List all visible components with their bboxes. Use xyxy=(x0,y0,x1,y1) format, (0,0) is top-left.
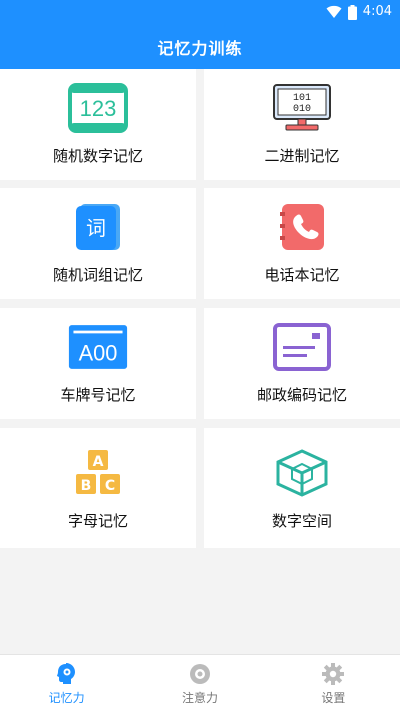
binary-monitor-icon: 101 010 xyxy=(272,83,332,133)
tile-label: 随机词组记忆 xyxy=(52,266,143,284)
app-bar: 记忆力训练 xyxy=(0,24,400,69)
number-123-icon: 123 xyxy=(68,83,128,133)
nav-label: 记忆力 xyxy=(48,691,85,705)
bottom-navigation: 记忆力 注意力 设置 xyxy=(0,654,400,711)
nav-label: 注意力 xyxy=(181,691,218,705)
phone-book-icon xyxy=(272,202,332,252)
focus-target-icon xyxy=(189,663,211,685)
tile-binary[interactable]: 101 010 二进制记忆 xyxy=(204,69,400,180)
nav-memory[interactable]: 记忆力 xyxy=(0,655,133,711)
svg-text:101: 101 xyxy=(293,93,311,104)
tile-label: 邮政编码记忆 xyxy=(256,386,347,404)
svg-text:123: 123 xyxy=(80,96,117,121)
nav-settings[interactable]: 设置 xyxy=(267,655,400,711)
battery-icon xyxy=(347,4,357,20)
abc-blocks-icon: A B C xyxy=(68,448,128,498)
tile-random-words[interactable]: 词 随机词组记忆 xyxy=(0,188,196,299)
svg-text:A: A xyxy=(93,454,104,470)
svg-text:词: 词 xyxy=(86,216,106,240)
wifi-icon xyxy=(326,5,342,18)
svg-text:010: 010 xyxy=(293,104,311,115)
tile-label: 字母记忆 xyxy=(67,512,128,530)
tile-phone-book[interactable]: 电话本记忆 xyxy=(204,188,400,299)
word-book-icon: 词 xyxy=(68,202,128,252)
tile-label: 电话本记忆 xyxy=(264,266,340,284)
tile-label: 数字空间 xyxy=(271,512,332,530)
page-title: 记忆力训练 xyxy=(157,38,243,58)
tile-label: 二进制记忆 xyxy=(264,147,340,165)
svg-text:C: C xyxy=(105,478,115,494)
tile-label: 随机数字记忆 xyxy=(52,147,143,165)
nav-attention[interactable]: 注意力 xyxy=(133,655,266,711)
tile-random-number[interactable]: 123 随机数字记忆 xyxy=(0,69,196,180)
license-plate-icon: A00 xyxy=(68,322,128,372)
tile-license-plate[interactable]: A00 车牌号记忆 xyxy=(0,308,196,419)
tile-letters[interactable]: A B C 字母记忆 xyxy=(0,428,196,548)
status-bar: 4:04 xyxy=(0,0,400,24)
cube-space-icon xyxy=(272,448,332,498)
svg-text:A00: A00 xyxy=(79,341,118,366)
tile-number-space[interactable]: 数字空间 xyxy=(204,428,400,548)
status-time: 4:04 xyxy=(362,4,392,19)
status-icons: 4:04 xyxy=(326,3,392,21)
gear-icon xyxy=(322,663,345,685)
tile-label: 车牌号记忆 xyxy=(60,386,136,404)
nav-label: 设置 xyxy=(321,691,346,705)
brain-head-icon xyxy=(56,663,78,685)
postal-code-icon xyxy=(272,322,332,372)
svg-text:B: B xyxy=(81,478,92,494)
tile-postal-code[interactable]: 邮政编码记忆 xyxy=(204,308,400,419)
